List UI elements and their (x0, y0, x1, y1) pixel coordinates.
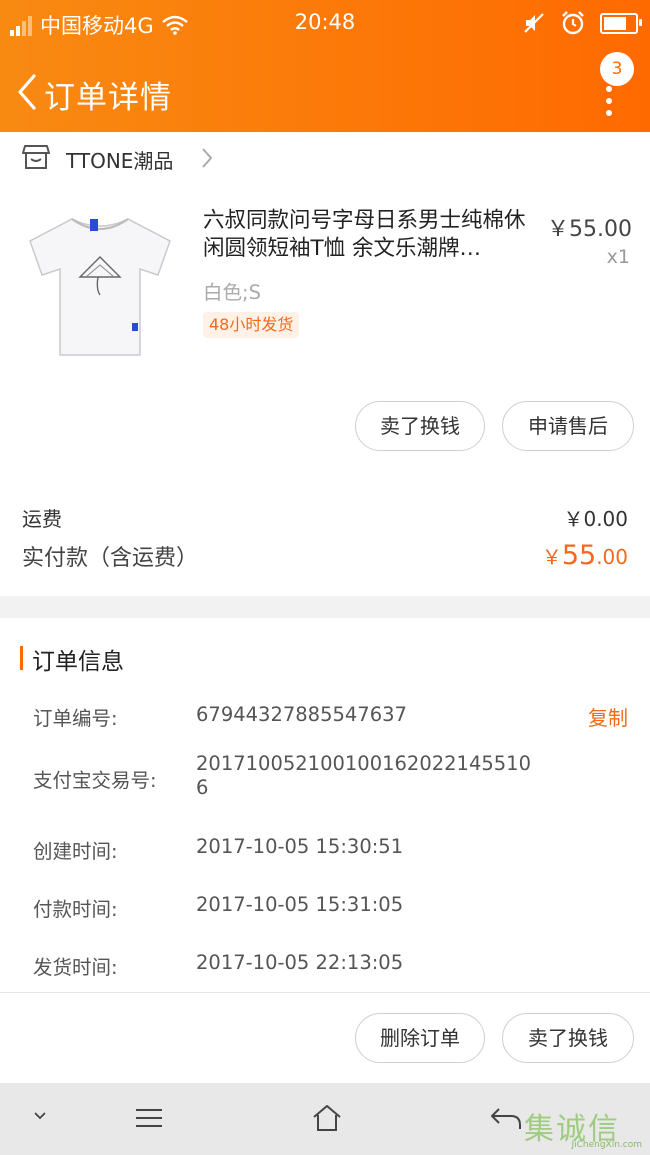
shipped-time-label: 发货时间: (33, 956, 118, 979)
shipped-time-value: 2017-10-05 22:13:05 (196, 951, 404, 974)
shipping-badge: 48小时发货 (203, 312, 300, 338)
order-number-label: 订单编号: (33, 707, 118, 730)
order-info-title: 订单信息 (32, 649, 124, 675)
menu-icon[interactable] (134, 1107, 164, 1129)
created-time-label: 创建时间: (33, 840, 118, 863)
battery-icon (600, 12, 642, 34)
product-title[interactable]: 六叔同款问号字母日系男士纯棉休闲圆领短袖T恤 余文乐潮牌… (203, 207, 533, 263)
created-time-value: 2017-10-05 15:30:51 (196, 835, 404, 858)
product-quantity: x1 (606, 246, 630, 268)
page-title: 订单详情 (44, 80, 172, 116)
message-count-badge: 3 (600, 52, 634, 86)
freight-label: 运费 (22, 507, 62, 531)
freight-value: ￥0.00 (563, 507, 628, 531)
watermark-url: JiChengXin.com (571, 1140, 642, 1150)
request-aftersale-button[interactable]: 申请售后 (502, 401, 634, 451)
return-icon[interactable] (489, 1105, 523, 1131)
product-price: ￥55.00 (547, 217, 632, 242)
paid-integer: 55 (561, 540, 597, 571)
chevron-down-icon[interactable] (33, 1111, 47, 1121)
paid-currency: ￥ (541, 545, 562, 569)
product-sku: 白色;S (203, 281, 261, 304)
copy-order-number-button[interactable]: 复制 (588, 702, 628, 731)
chevron-right-icon (202, 148, 213, 168)
store-icon (22, 145, 50, 169)
alarm-icon (562, 11, 584, 35)
paid-decimal: .00 (596, 545, 628, 569)
shop-name: TTONE潮品 (66, 149, 174, 173)
section-divider (0, 596, 650, 618)
paid-time-label: 付款时间: (33, 898, 118, 921)
product-image[interactable] (20, 205, 180, 365)
status-bar: 中国移动4G 20:48 (0, 0, 650, 48)
paid-amount-value: ￥55.00 (542, 540, 628, 571)
nav-bar: 订单详情 3 (0, 48, 650, 132)
watermark-logo: 集诚信 JiChengXin.com (524, 1100, 644, 1150)
mute-icon (524, 13, 544, 33)
sell-for-cash-button[interactable]: 卖了换钱 (355, 401, 485, 451)
back-icon[interactable] (14, 72, 42, 112)
alipay-trade-no-value: 2017100521001001620221455106 (196, 752, 531, 799)
alipay-trade-no-label: 支付宝交易号: (33, 769, 157, 792)
sell-for-cash-bottom-button[interactable]: 卖了换钱 (502, 1013, 634, 1063)
shop-row[interactable]: TTONE潮品 (0, 132, 650, 182)
paid-amount-label: 实付款（含运费） (22, 546, 199, 571)
order-number-value: 67944327885547637 (196, 703, 407, 726)
section-accent-bar (20, 646, 23, 670)
paid-time-value: 2017-10-05 15:31:05 (196, 893, 404, 916)
action-divider (0, 992, 650, 993)
home-icon[interactable] (311, 1103, 343, 1133)
delete-order-button[interactable]: 删除订单 (355, 1013, 485, 1063)
